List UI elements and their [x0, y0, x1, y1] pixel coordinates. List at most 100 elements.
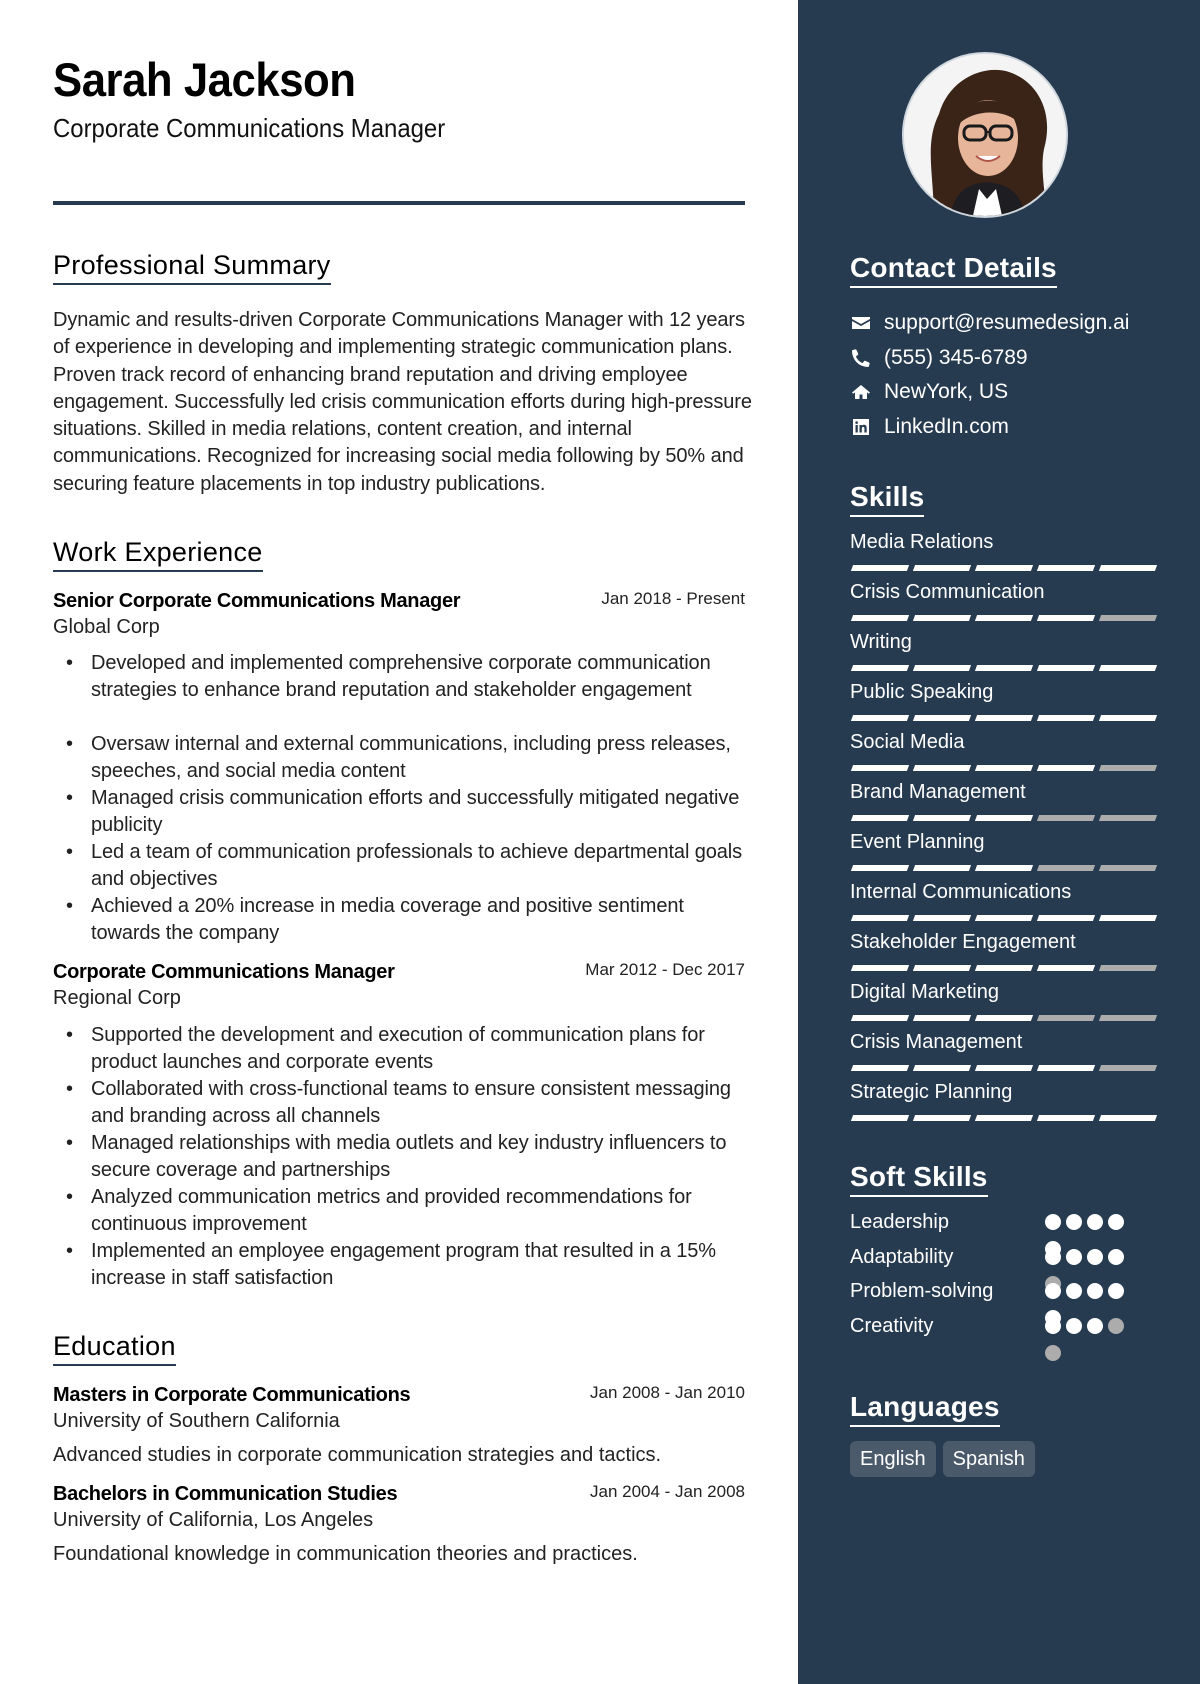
- contact-phone-text: (555) 345-6789: [884, 345, 1028, 369]
- skills-section: Skills Media Relations Crisis Communicati…: [850, 480, 1158, 1121]
- skill-segment-filled: [1036, 765, 1096, 771]
- job-bullet: Managed crisis communication efforts and…: [53, 785, 753, 839]
- skill-level-bar: [850, 965, 1158, 971]
- rating-dot-filled: [1087, 1248, 1103, 1265]
- skill-segment-filled: [850, 715, 910, 721]
- education-description: Foundational knowledge in communication …: [53, 1543, 638, 1566]
- contact-linkedin[interactable]: LinkedIn.com: [850, 410, 1129, 445]
- job-header: Senior Corporate Communications Manager …: [53, 588, 745, 614]
- languages-heading: Languages: [850, 1390, 1000, 1427]
- skill-segment-filled: [974, 715, 1034, 721]
- skill-segment-filled: [1036, 565, 1096, 571]
- rating-dot-filled: [1108, 1248, 1124, 1265]
- rating-dot-filled: [1066, 1283, 1082, 1299]
- soft-skill-rating: [1045, 1317, 1129, 1361]
- candidate-title: Corporate Communications Manager: [53, 113, 446, 143]
- candidate-name: Sarah Jackson: [53, 53, 356, 106]
- skill-segment-empty: [1098, 865, 1158, 871]
- skill-item: Stakeholder Engagement: [850, 929, 1158, 971]
- skill-item: Crisis Communication: [850, 579, 1158, 621]
- job-bullet: Achieved a 20% increase in media coverag…: [53, 893, 753, 947]
- skill-level-bar: [850, 915, 1158, 921]
- skill-level-bar: [850, 715, 1158, 721]
- skill-segment-filled: [1036, 665, 1096, 671]
- skill-level-bar: [850, 765, 1158, 771]
- skill-segment-empty: [1036, 815, 1096, 821]
- skill-segment-filled: [974, 1015, 1034, 1021]
- skill-segment-filled: [850, 615, 910, 621]
- skill-segment-empty: [1098, 1065, 1158, 1071]
- contact-section: Contact Details support@resumedesign.ai …: [850, 251, 1129, 444]
- skill-segment-filled: [912, 665, 972, 671]
- skill-level-bar: [850, 565, 1158, 571]
- rating-dot-filled: [1108, 1214, 1124, 1230]
- job-bullet: Led a team of communication professional…: [53, 839, 753, 893]
- skill-name: Writing: [850, 631, 912, 653]
- rating-dot-empty: [1108, 1317, 1124, 1334]
- job-bullet: Oversaw internal and external communicat…: [53, 731, 753, 785]
- soft-skill-item: Adaptability: [850, 1244, 1150, 1292]
- degree-title: Bachelors in Communication Studies: [53, 1483, 398, 1506]
- skill-segment-filled: [974, 665, 1034, 671]
- job-bullet: Implemented an employee engagement progr…: [53, 1238, 753, 1292]
- contact-phone[interactable]: (555) 345-6789: [850, 341, 1129, 376]
- skill-segment-filled: [1036, 1115, 1096, 1121]
- skill-segment-filled: [850, 915, 910, 921]
- contact-location: NewYork, US: [850, 375, 1129, 410]
- skill-segment-filled: [850, 565, 910, 571]
- resume-page: Sarah Jackson Corporate Communications M…: [0, 0, 1200, 1684]
- soft-skills-heading: Soft Skills: [850, 1160, 988, 1197]
- soft-skill-rating: [1045, 1214, 1129, 1257]
- job-title: Senior Corporate Communications Manager: [53, 590, 461, 613]
- rating-dot-filled: [1045, 1248, 1061, 1265]
- skill-segment-filled: [912, 865, 972, 871]
- skill-segment-filled: [974, 1065, 1034, 1071]
- skill-segment-filled: [850, 865, 910, 871]
- skill-segment-empty: [1098, 1015, 1158, 1021]
- skill-item: Public Speaking: [850, 679, 1158, 721]
- profile-photo: [902, 52, 1068, 218]
- skill-name: Digital Marketing: [850, 981, 999, 1003]
- skill-segment-filled: [850, 665, 910, 671]
- rating-dot-filled: [1066, 1248, 1082, 1265]
- skill-segment-empty: [1098, 815, 1158, 821]
- skill-name: Social Media: [850, 731, 965, 753]
- job-company: Regional Corp: [53, 987, 181, 1010]
- header-divider: [53, 201, 745, 205]
- skill-segment-filled: [850, 1115, 910, 1121]
- rating-dot-filled: [1087, 1283, 1103, 1299]
- skill-segment-filled: [1098, 565, 1158, 571]
- summary-section: Professional Summary Dynamic and results…: [53, 249, 752, 498]
- soft-skill-name: Leadership: [850, 1211, 949, 1233]
- education-header: Bachelors in Communication Studies Jan 2…: [53, 1481, 745, 1507]
- education-heading: Education: [53, 1330, 176, 1367]
- skill-item: Media Relations: [850, 529, 1158, 571]
- language-chip: Spanish: [942, 1441, 1035, 1477]
- school-name: University of California, Los Angeles: [53, 1509, 374, 1532]
- skill-level-bar: [850, 865, 1158, 871]
- skill-name: Public Speaking: [850, 681, 994, 703]
- contact-linkedin-text: LinkedIn.com: [884, 414, 1009, 438]
- skill-name: Brand Management: [850, 781, 1026, 803]
- skill-segment-filled: [974, 1115, 1034, 1121]
- job-bullets: Supported the development and execution …: [53, 1022, 753, 1292]
- skill-segment-filled: [1036, 1065, 1096, 1071]
- skill-name: Crisis Communication: [850, 581, 1045, 603]
- rating-dot-filled: [1045, 1283, 1061, 1299]
- work-section: Work Experience Senior Corporate Communi…: [53, 536, 746, 1292]
- skill-level-bar: [850, 815, 1158, 821]
- skill-name: Media Relations: [850, 531, 994, 553]
- soft-skill-name: Creativity: [850, 1314, 934, 1337]
- education-description: Advanced studies in corporate communicat…: [53, 1444, 662, 1467]
- profile-photo-illustration: [904, 54, 1066, 216]
- phone-icon: [850, 347, 872, 369]
- skill-segment-empty: [1036, 1015, 1096, 1021]
- contact-email-text: support@resumedesign.ai: [884, 311, 1130, 335]
- skill-segment-filled: [850, 765, 910, 771]
- soft-skill-item: Creativity: [850, 1313, 1150, 1361]
- soft-skill-rating: [1045, 1283, 1129, 1326]
- rating-dot-filled: [1108, 1283, 1124, 1299]
- summary-heading: Professional Summary: [53, 249, 331, 285]
- contact-email[interactable]: support@resumedesign.ai: [850, 306, 1129, 341]
- skill-segment-filled: [850, 1015, 910, 1021]
